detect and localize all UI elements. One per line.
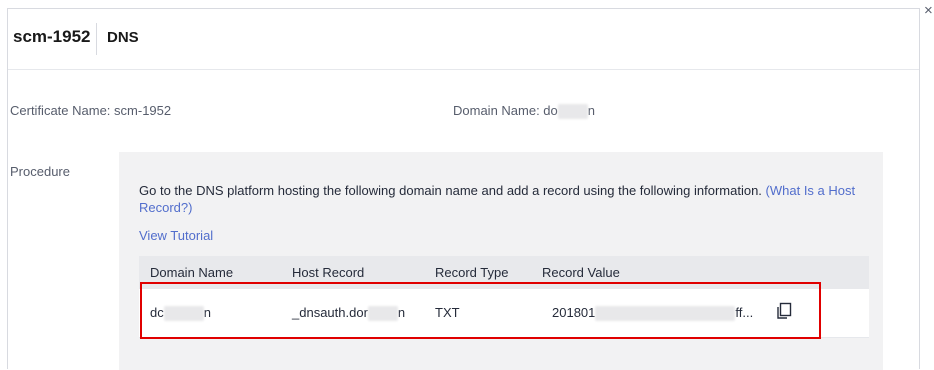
certificate-name-label: Certificate Name: scm-1952 (10, 103, 172, 118)
domain-name-suffix: n (587, 103, 596, 118)
cell-host-suffix: n (397, 305, 406, 320)
certificate-title: scm-1952 (13, 27, 91, 46)
panel-header: scm-1952 DNS (8, 9, 919, 70)
column-host-record: Host Record (292, 265, 365, 280)
column-domain-name: Domain Name (150, 265, 234, 280)
cell-record-type: TXT (435, 305, 460, 320)
instruction-text: Go to the DNS platform hosting the follo… (139, 183, 766, 198)
redacted-domain (163, 306, 204, 322)
redacted-domain (557, 104, 588, 120)
close-icon[interactable]: × (924, 3, 933, 18)
redacted-value (595, 306, 736, 322)
cell-host-prefix: _dnsauth.dor (292, 305, 368, 320)
header-divider (96, 23, 97, 55)
cell-record-value: 201801 ff... (552, 305, 754, 322)
table-row: dc n _dnsauth.dor n TXT 201801 ff... (139, 289, 869, 338)
column-record-type: Record Type (435, 265, 509, 280)
cell-value-suffix: ff... (735, 305, 754, 320)
dns-record-table: Domain Name Host Record Record Type Reco… (139, 256, 869, 338)
table-header: Domain Name Host Record Record Type Reco… (139, 256, 869, 289)
copy-icon-graphic (777, 302, 792, 319)
cell-domain-prefix: dc (150, 305, 164, 320)
cell-domain-name: dc n (150, 305, 211, 322)
view-tutorial-link[interactable]: View Tutorial (139, 228, 213, 243)
cell-host-record: _dnsauth.dor n (292, 305, 406, 322)
column-record-value: Record Value (542, 265, 620, 280)
copy-icon[interactable] (776, 302, 792, 320)
cell-domain-suffix: n (203, 305, 211, 320)
domain-name-prefix: Domain Name: do (453, 103, 558, 118)
procedure-label: Procedure (10, 164, 70, 179)
domain-name-label: Domain Name: do n (453, 103, 596, 120)
page-subtitle: DNS (107, 29, 139, 46)
cell-value-prefix: 201801 (552, 305, 596, 320)
procedure-box: Go to the DNS platform hosting the follo… (119, 152, 883, 370)
procedure-instruction: Go to the DNS platform hosting the follo… (139, 182, 859, 216)
dns-verification-panel: scm-1952 DNS Certificate Name: scm-1952 … (7, 8, 920, 370)
redacted-host (367, 306, 398, 322)
